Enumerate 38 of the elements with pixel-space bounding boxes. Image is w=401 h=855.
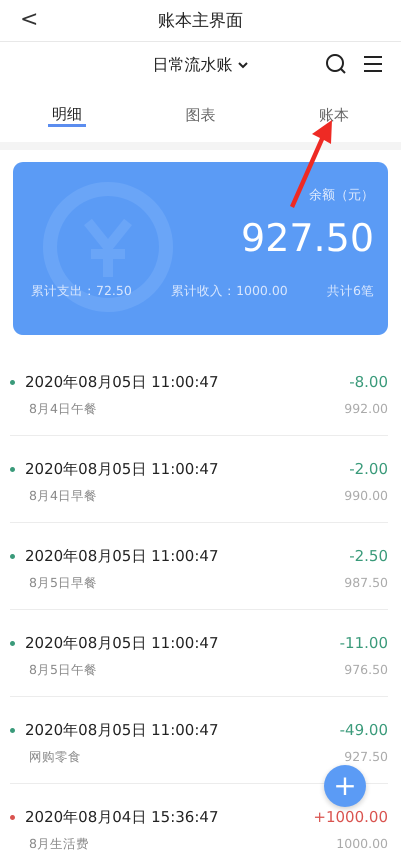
record-note: 网购零食: [29, 748, 82, 766]
balance-amount: 927.50: [241, 215, 374, 262]
record-note: 8月生活费: [29, 834, 90, 852]
record-amount: -11.00: [340, 633, 388, 654]
record-time: 2020年08月05日 11:00:47: [25, 546, 218, 567]
record-balance: 990.00: [344, 486, 388, 504]
record-amount: +1000.00: [313, 807, 388, 828]
tab[interactable]: 图表: [181, 105, 220, 125]
record-amount: -2.00: [348, 459, 388, 480]
record-amount: -8.00: [348, 372, 388, 393]
back-button[interactable]: <: [14, 2, 44, 37]
total-income: 累计收入：1000.00: [171, 282, 288, 300]
tab[interactable]: 明细: [48, 104, 86, 126]
record-balance: 992.00: [344, 400, 388, 418]
record-note: 8月4日早餐: [29, 486, 98, 504]
record-time: 2020年08月04日 15:36:47: [25, 807, 218, 828]
record-count: 共计6笔: [327, 282, 374, 300]
record-balance: 987.50: [344, 574, 388, 592]
record-balance: 927.50: [343, 748, 388, 766]
book-selector[interactable]: 日常流水账: [146, 52, 254, 78]
tab[interactable]: 账本: [315, 105, 354, 125]
menu-icon[interactable]: [363, 53, 383, 75]
record-amount: -49.00: [340, 720, 388, 741]
record-time: 2020年08月05日 11:00:47: [25, 372, 218, 393]
record-time: 2020年08月05日 11:00:47: [25, 459, 218, 480]
balance-label: 余额（元）: [309, 187, 374, 205]
record-time: 2020年08月05日 11:00:47: [25, 720, 218, 741]
record-note: 8月5日午餐: [29, 660, 98, 678]
record-amount: -2.50: [348, 546, 388, 567]
record-note: 8月5日早餐: [29, 574, 98, 592]
record-time: 2020年08月05日 11:00:47: [25, 633, 218, 654]
page-title: 账本主界面: [158, 11, 243, 31]
record-note: 8月4日午餐: [29, 400, 98, 418]
record-balance: 1000.00: [335, 834, 388, 852]
total-expense: 累计支出：72.50: [31, 282, 132, 300]
record-balance: 976.50: [343, 660, 388, 678]
caret-icon: [236, 61, 248, 69]
search-icon[interactable]: [325, 53, 347, 75]
